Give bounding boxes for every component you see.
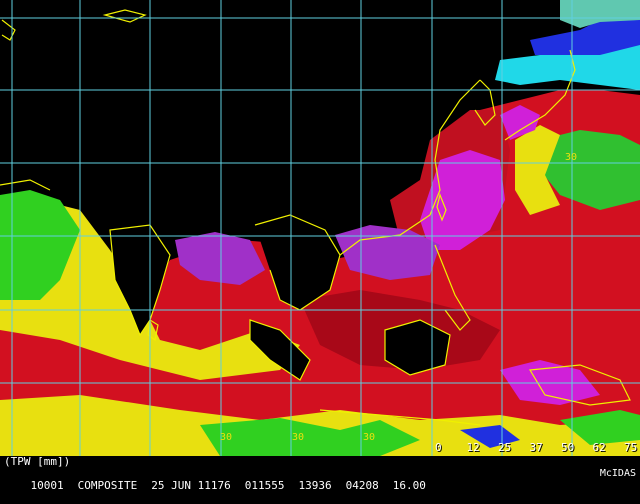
image-type: COMPOSITE [77,479,138,492]
cursor-lat: 13936 [298,479,332,492]
mcidas-credit: McIDAS [599,468,636,479]
frame-number: 10001 [30,479,64,492]
contour-label: 30 [363,432,375,443]
tpw-composite-map: 30 30 30 30 30 [0,0,640,456]
status-bar: (TPW [mm]) 10001 COMPOSITE 25 JUN 11176 011… [0,455,640,492]
image-time: 011555 [244,479,285,492]
legend-tick-label: 62 [592,441,606,454]
contour-label: 30 [220,432,232,443]
contour-label: 30 [82,432,94,443]
legend-tick-label: 12 [466,441,480,454]
product-label: (TPW [mm]) [4,455,71,468]
image-date: 25 JUN 11176 [151,479,231,492]
status-readout: 10001 COMPOSITE 25 JUN 11176 011555 13936 042… [4,468,440,504]
legend-tick-label: 37 [529,441,543,454]
cursor-value: 16.00 [392,479,426,492]
legend-tick-label: 25 [498,441,512,454]
cursor-lon: 04208 [345,479,379,492]
contour-label: 30 [565,152,577,163]
contour-label: 30 [292,432,304,443]
legend-tick-label: 75 [624,441,638,454]
legend-tick-label: 50 [561,441,575,454]
legend-tick-labels: 0 12 25 37 50 62 75 [435,440,640,454]
legend-tick-label: 0 [435,441,442,454]
